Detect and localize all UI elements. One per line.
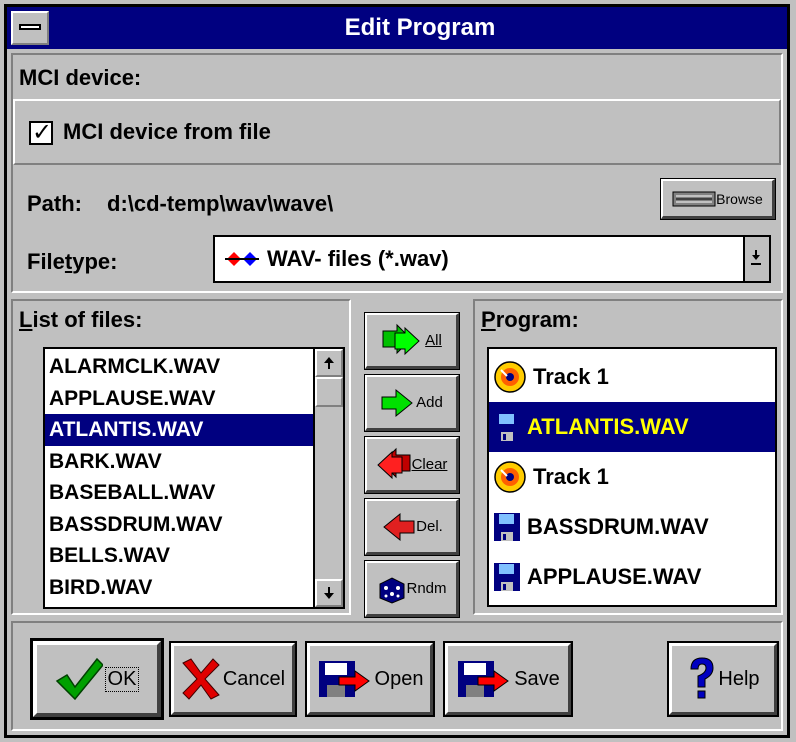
path-label: Path: (27, 191, 82, 216)
save-disk-icon (458, 661, 510, 697)
mci-device-group: MCI device: ✓ MCI device from file Path:… (11, 53, 783, 293)
program-list-item[interactable]: Track 1 (489, 352, 775, 402)
mci-from-file-checkbox[interactable]: ✓ (29, 119, 53, 146)
file-list-item[interactable]: ALARMCLK.WAV (45, 351, 313, 383)
scroll-thumb[interactable] (315, 377, 343, 407)
help-label: Help (718, 667, 760, 690)
check-icon: ✓ (32, 119, 53, 146)
program-list: Track 1 ATLANTIS.WAV Track 1 BASSDRUM.WAV AP… (489, 352, 775, 602)
checkmark-icon (55, 657, 103, 701)
path-value: d:\cd-temp\wav\wave\ (107, 191, 334, 216)
clear-button[interactable]: Clear (364, 436, 460, 494)
cancel-x-icon (182, 658, 220, 700)
arrow-left-icon (383, 512, 415, 541)
program-item-label: ATLANTIS.WAV (527, 414, 689, 439)
arrow-down-icon (324, 587, 334, 599)
mci-from-file-label: MCI device from file (63, 119, 271, 144)
filetype-combo[interactable]: WAV- files (*.wav) (213, 235, 771, 283)
window-title: Edit Program (344, 14, 496, 41)
browse-button[interactable]: Browse (660, 178, 776, 220)
save-label: Save (514, 667, 560, 690)
wave-icon (225, 252, 259, 266)
scroll-down-button[interactable] (315, 579, 343, 607)
title-bar[interactable]: Edit Program (7, 7, 787, 49)
del-label: Del. (416, 518, 443, 535)
program-group: Program: Track 1 ATLANTIS.WAV Track 1 BASSD… (473, 299, 783, 615)
mci-device-label: MCI device: (19, 65, 142, 90)
floppy-disk-icon (494, 563, 520, 591)
open-label: Open (374, 667, 424, 690)
arrow-right-icon (381, 388, 413, 417)
program-item-label: BASSDRUM.WAV (527, 514, 709, 539)
cd-track-icon (494, 361, 526, 393)
floppy-disk-icon (494, 513, 520, 541)
cancel-label: Cancel (222, 667, 286, 690)
file-list-item[interactable]: BASEBALL.WAV (45, 477, 313, 509)
filetype-dropdown-button[interactable] (743, 237, 769, 281)
files-scrollbar[interactable] (313, 349, 343, 607)
dice-icon (379, 576, 405, 604)
open-button[interactable]: Open (305, 641, 435, 717)
file-list-item[interactable]: ATLANTIS.WAV (45, 414, 313, 446)
double-arrow-right-icon (382, 323, 420, 355)
file-list-item[interactable]: BELLS.WAV (45, 540, 313, 572)
arrow-down-icon (751, 250, 761, 265)
rndm-label: Rndm (406, 580, 447, 597)
floppy-disk-icon (494, 413, 520, 441)
question-mark-icon (690, 657, 714, 699)
add-button[interactable]: Add (364, 374, 460, 432)
program-label: Program: (481, 307, 579, 332)
files-list: ALARMCLK.WAV APPLAUSE.WAV ATLANTIS.WAV BARK… (45, 351, 313, 603)
system-menu-button[interactable] (11, 11, 49, 45)
filetype-label: Filetype: (27, 249, 118, 274)
files-listbox[interactable]: ALARMCLK.WAV APPLAUSE.WAV ATLANTIS.WAV BARK… (43, 347, 345, 609)
filetype-value: WAV- files (*.wav) (267, 246, 449, 271)
add-label: Add (416, 394, 443, 411)
keyboard-icon (672, 191, 716, 206)
program-list-item[interactable]: APPLAUSE.WAV (489, 552, 775, 602)
all-label: All (425, 332, 442, 349)
mci-checkbox-row: ✓ MCI device from file (13, 99, 781, 165)
ok-label: OK (104, 666, 140, 692)
cancel-button[interactable]: Cancel (169, 641, 297, 717)
clear-label: Clear (411, 456, 448, 473)
program-list-item[interactable]: BASSDRUM.WAV (489, 502, 775, 552)
program-item-label: APPLAUSE.WAV (527, 564, 702, 589)
arrow-up-icon (324, 357, 334, 369)
program-list-item[interactable]: ATLANTIS.WAV (489, 402, 775, 452)
edit-program-window: Edit Program MCI device: ✓ MCI device fr… (4, 4, 790, 738)
delete-button[interactable]: Del. (364, 498, 460, 556)
file-list-item[interactable]: BASSDRUM.WAV (45, 509, 313, 541)
program-listbox[interactable]: Track 1 ATLANTIS.WAV Track 1 BASSDRUM.WAV AP… (487, 347, 777, 607)
help-button[interactable]: Help (667, 641, 779, 717)
file-list-item[interactable]: BIRD.WAV (45, 572, 313, 604)
browse-label: Browse (716, 190, 763, 207)
random-button[interactable]: Rndm (364, 560, 460, 618)
program-item-label: Track 1 (533, 364, 609, 389)
cd-track-icon (494, 461, 526, 493)
program-item-label: Track 1 (533, 464, 609, 489)
open-disk-icon (318, 661, 370, 697)
double-arrow-left-icon (376, 447, 411, 479)
scroll-up-button[interactable] (315, 349, 343, 377)
save-button[interactable]: Save (443, 641, 573, 717)
files-label: List of files: (19, 307, 143, 332)
file-list-item[interactable]: APPLAUSE.WAV (45, 383, 313, 415)
program-list-item[interactable]: Track 1 (489, 452, 775, 502)
add-all-button[interactable]: All (364, 312, 460, 370)
file-list-item[interactable]: BARK.WAV (45, 446, 313, 478)
ok-button[interactable]: OK (30, 638, 164, 720)
system-menu-icon (19, 24, 41, 30)
files-group: List of files: ALARMCLK.WAV APPLAUSE.WAV A… (11, 299, 351, 615)
